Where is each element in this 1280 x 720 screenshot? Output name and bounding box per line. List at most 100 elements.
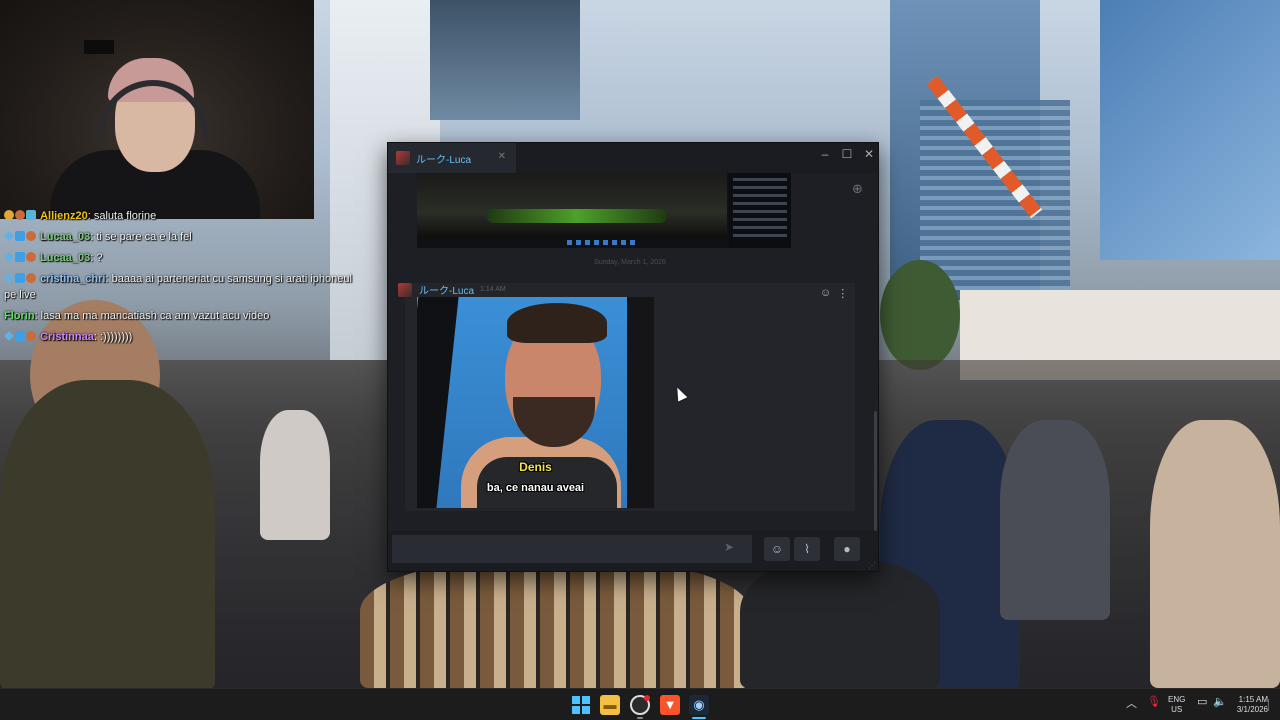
previous-screenshot-image[interactable] <box>417 173 791 248</box>
scrollbar[interactable] <box>874 411 877 531</box>
region-code: US <box>1171 705 1183 714</box>
chat-username: Allienz20 <box>40 210 88 222</box>
minimize-button[interactable]: – <box>816 147 834 161</box>
building <box>920 100 1070 290</box>
file-explorer-icon[interactable]: ▬ <box>600 695 620 715</box>
input-language[interactable]: ENG US <box>1168 695 1185 715</box>
image-caption-name: Denis <box>519 460 552 474</box>
windows-logo-icon <box>572 696 590 714</box>
maximize-button[interactable]: ☐ <box>838 147 856 161</box>
pedestrian <box>740 560 940 688</box>
camera-microphone <box>84 40 114 54</box>
phone-frame <box>417 297 459 508</box>
pedestrian <box>0 380 215 688</box>
steam-icon[interactable]: ◉ <box>689 695 709 715</box>
badge-icon <box>4 210 14 220</box>
show-desktop-button[interactable] <box>1268 699 1272 711</box>
screenshot-detail <box>487 209 667 223</box>
message-header: ルーク-Luca 1:14 AM <box>398 282 506 297</box>
stream-chat-overlay: Allienz20: saluta florine Lucaa_03: ti s… <box>4 208 354 350</box>
network-icon[interactable]: ▭ <box>1197 695 1207 708</box>
chat-message: Florin: lasa ma ma mancatiash ca am vazu… <box>4 310 270 322</box>
resize-grip-icon[interactable]: ⋰ <box>868 561 876 570</box>
chat-username: cristina_chri <box>40 273 106 285</box>
screenshot-taskbar <box>567 240 637 245</box>
subscriber-badge-icon <box>26 331 36 341</box>
running-indicator <box>637 717 643 719</box>
window-titlebar[interactable]: ルーク-Luca ✕ – ☐ ✕ <box>388 143 878 173</box>
moderator-icon <box>4 252 14 262</box>
start-icon[interactable] <box>571 695 591 715</box>
pedestrian-plaid-coat <box>360 560 750 688</box>
webcam-overlay <box>0 0 314 219</box>
language-code: ENG <box>1168 695 1186 704</box>
chat-username: Florin <box>4 310 35 322</box>
subscriber-badge-icon <box>15 210 25 220</box>
pedestrian <box>1000 420 1110 620</box>
badge-icon <box>15 231 25 241</box>
react-emoji-icon[interactable]: ☺ <box>820 287 831 300</box>
moderator-icon <box>4 231 14 241</box>
chat-text: saluta florine <box>90 210 157 222</box>
screenshot-chat-panel <box>729 173 791 248</box>
message-list[interactable]: Sunday, March 1, 2026 ルーク-Luca 1:14 AM ☺… <box>396 173 864 523</box>
chat-tab-label: ルーク-Luca <box>416 154 472 166</box>
attach-icon[interactable]: ⌇ <box>794 537 820 561</box>
badge-icon <box>15 273 25 283</box>
active-indicator <box>692 717 706 719</box>
friend-avatar <box>396 151 410 165</box>
emoticon-icon[interactable]: ☺ <box>764 537 790 561</box>
close-tab-icon[interactable]: ✕ <box>498 151 506 162</box>
volume-icon[interactable]: 🔈 <box>1213 695 1227 708</box>
shared-image[interactable]: Denis ba, ce nanau aveai <box>417 297 654 508</box>
author-avatar[interactable] <box>398 282 412 297</box>
chat-message: Lucaa_03: ti se pare ca e la fel <box>4 229 354 245</box>
chat-text: lasa ma ma mancatiash ca am vazut acu vi… <box>37 310 270 322</box>
chat-message: Lucaa_03: ? <box>4 250 354 266</box>
moderator-icon <box>4 331 14 341</box>
obs-icon[interactable] <box>630 695 650 715</box>
badge-icon <box>15 252 25 262</box>
subscriber-badge-icon <box>26 252 36 262</box>
clock-time: 1:15 AM <box>1238 695 1268 704</box>
close-window-button[interactable]: ✕ <box>860 147 878 161</box>
message-composer: ➤ ☺ ⌇ ● <box>388 531 878 571</box>
screenshot-preview <box>417 173 727 239</box>
chat-text: ti se pare ca e la fel <box>93 231 192 243</box>
steam-chat-window: ルーク-Luca ✕ – ☐ ✕ ⊕ Sunday, March 1, 2026… <box>387 142 879 572</box>
subscriber-badge-icon <box>26 231 36 241</box>
message-input[interactable] <box>392 535 752 563</box>
chat-text: ? <box>93 252 103 264</box>
chat-username: Lucaa_03 <box>40 252 91 264</box>
chat-username: Cristinnaa <box>40 331 94 343</box>
message-author[interactable]: ルーク-Luca <box>419 282 474 297</box>
chat-text: :)))))))) <box>96 331 133 343</box>
image-caption-line: ba, ce nanau aveai <box>486 482 585 494</box>
subscriber-badge-icon <box>26 273 36 283</box>
pedestrian <box>260 410 330 540</box>
chat-message: Allienz20: saluta florine <box>4 208 354 224</box>
chat-message: Cristinnaa: :)))))))) <box>4 329 354 345</box>
tree <box>880 260 960 370</box>
date-divider: Sunday, March 1, 2026 <box>594 259 666 266</box>
taskbar: ▬ ▼ ◉ ︿ 🎙 ENG US ▭ 🔈 1:15 AM 3/1/2026 <box>0 688 1280 720</box>
send-icon[interactable]: ➤ <box>724 540 734 554</box>
chat-tab[interactable]: ルーク-Luca ✕ <box>388 143 516 173</box>
badge-icon <box>26 210 36 220</box>
brave-icon[interactable]: ▼ <box>660 695 680 715</box>
chat-username: Lucaa_03 <box>40 231 91 243</box>
chevron-up-icon[interactable]: ︿ <box>1126 695 1137 711</box>
voice-icon[interactable]: ● <box>834 537 860 561</box>
building <box>430 0 580 120</box>
person-hair <box>507 303 607 343</box>
message-actions: ☺ ⋮ <box>820 287 848 300</box>
microphone-icon[interactable]: 🎙 <box>1147 695 1161 708</box>
building <box>1100 0 1280 260</box>
moderator-icon <box>4 273 14 283</box>
chat-message: cristina_chri: baaaa ai parteneriat cu s… <box>4 273 352 301</box>
clock[interactable]: 1:15 AM 3/1/2026 <box>1226 695 1268 715</box>
message-time: 1:14 AM <box>480 286 506 293</box>
more-options-icon[interactable]: ⋮ <box>837 287 848 300</box>
pedestrian <box>1150 420 1280 688</box>
clock-date: 3/1/2026 <box>1236 705 1268 714</box>
